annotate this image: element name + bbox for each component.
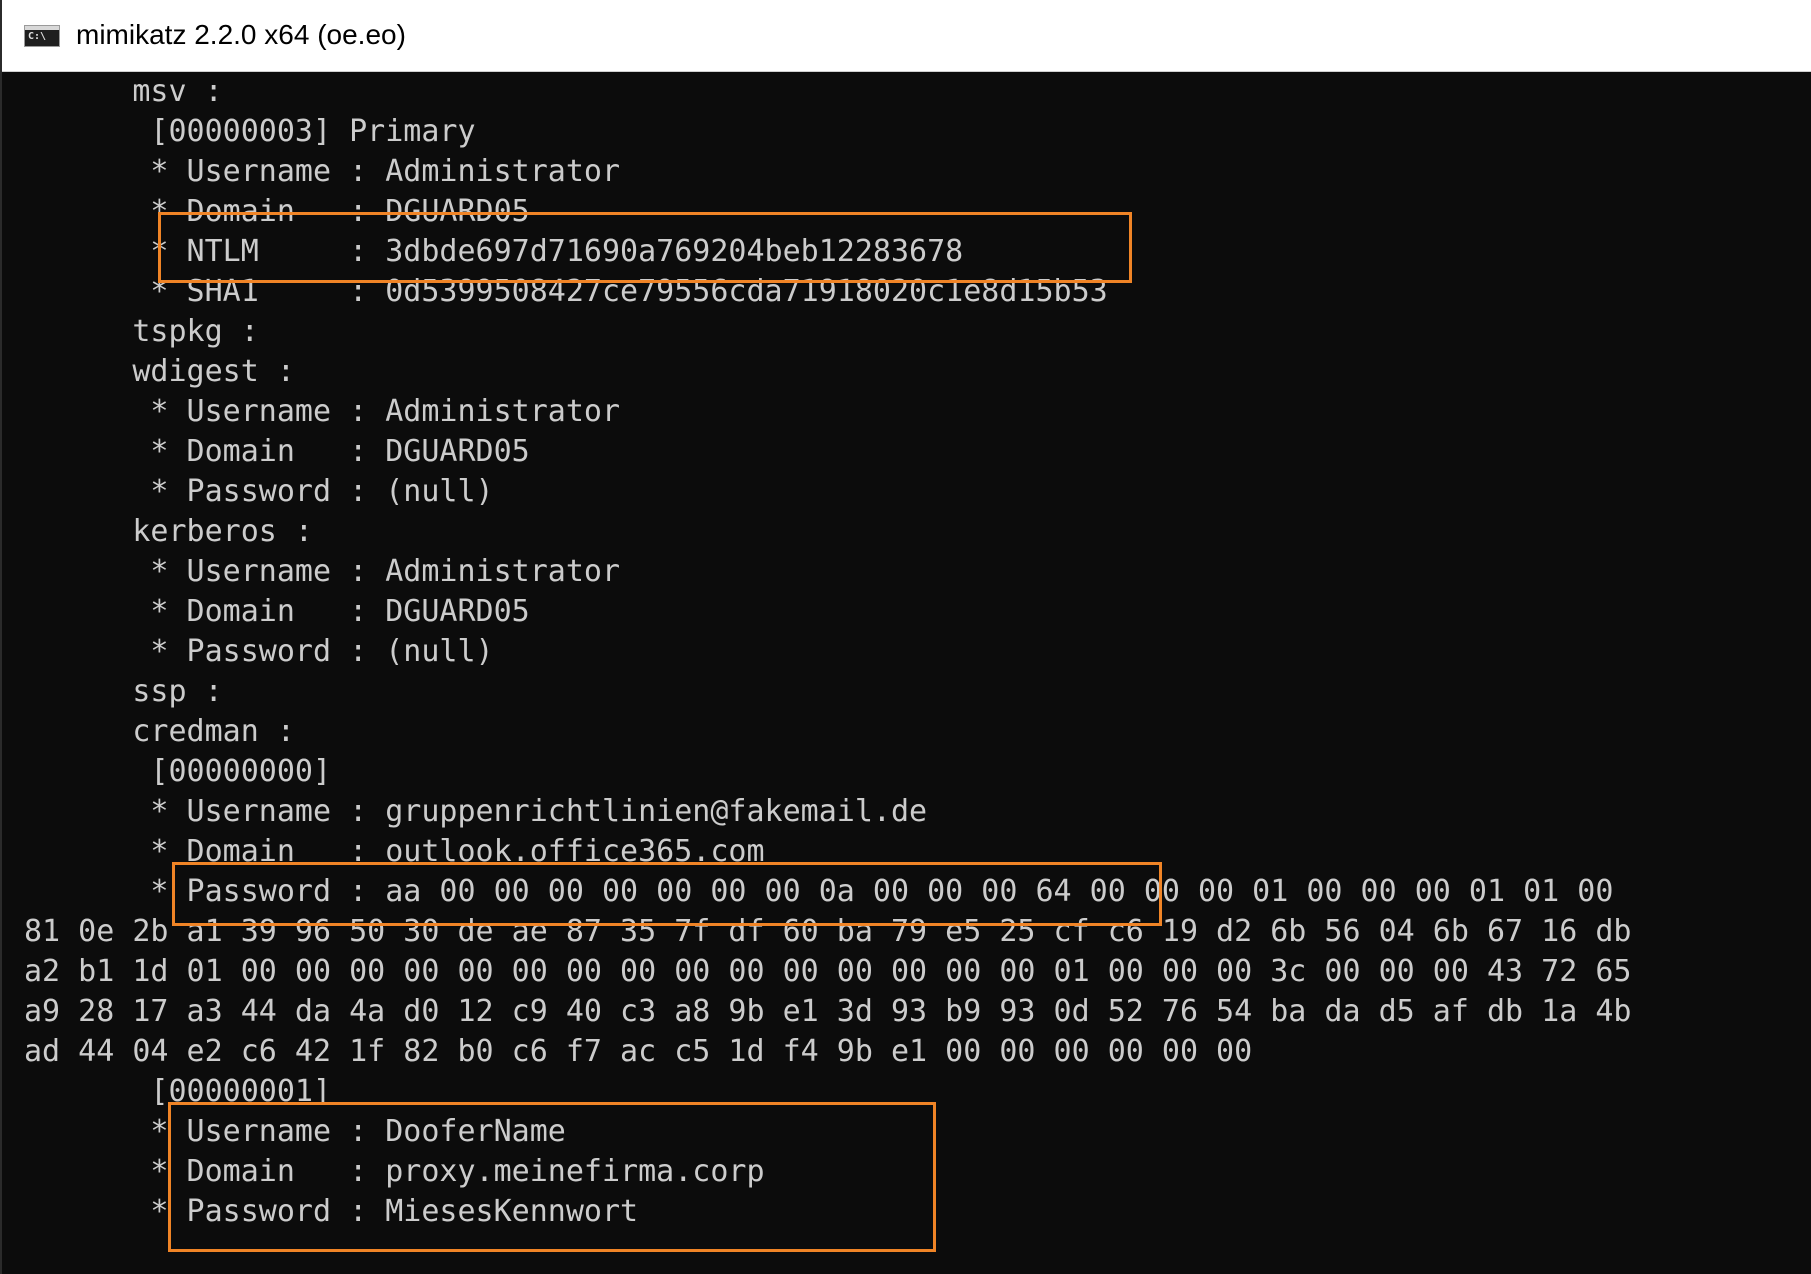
- console-line-wdigest: wdigest :: [24, 354, 295, 389]
- title-bar[interactable]: C:\ mimikatz 2.2.0 x64 (oe.eo): [2, 0, 1811, 72]
- console-line-credman: credman :: [24, 714, 295, 749]
- highlight-box-proxy-credentials: [168, 1102, 936, 1252]
- console-line-primary: [00000003] Primary: [24, 114, 476, 149]
- console-line-credman-index-0: [00000000]: [24, 754, 332, 789]
- console-line-msv-username: * Username : Administrator: [24, 154, 621, 189]
- console-line-hex-4: ad 44 04 e2 c6 42 1f 82 b0 c6 f7 ac c5 1…: [24, 1034, 1253, 1069]
- console-line-wdigest-domain: * Domain : DGUARD05: [24, 434, 530, 469]
- window-title: mimikatz 2.2.0 x64 (oe.eo): [76, 19, 406, 50]
- console-line-kerberos-domain: * Domain : DGUARD05: [24, 594, 530, 629]
- console-app-icon[interactable]: C:\: [24, 25, 60, 47]
- highlight-box-password-hex: [172, 862, 1162, 926]
- console-line-ssp: ssp :: [24, 674, 223, 709]
- highlight-box-ntlm: [158, 212, 1132, 283]
- console-line-tspkg: tspkg :: [24, 314, 259, 349]
- console-line-kerberos: kerberos :: [24, 514, 313, 549]
- console-line-wdigest-password: * Password : (null): [24, 474, 494, 509]
- console-line-hex-2: a2 b1 1d 01 00 00 00 00 00 00 00 00 00 0…: [24, 954, 1632, 989]
- console-line-wdigest-username: * Username : Administrator: [24, 394, 621, 429]
- console-line-hex-3: a9 28 17 a3 44 da 4a d0 12 c9 40 c3 a8 9…: [24, 994, 1632, 1029]
- console-output[interactable]: msv : [00000003] Primary * Username : Ad…: [2, 72, 1811, 1274]
- console-icon-glyph: C:\: [28, 31, 47, 42]
- console-line-kerberos-password: * Password : (null): [24, 634, 494, 669]
- console-line-kerberos-username: * Username : Administrator: [24, 554, 621, 589]
- console-window: C:\ mimikatz 2.2.0 x64 (oe.eo) msv : [00…: [0, 0, 1811, 1274]
- console-icon-bar: [25, 26, 59, 30]
- console-line-credman-username: * Username : gruppenrichtlinien@fakemail…: [24, 794, 928, 829]
- console-line-msv: msv :: [24, 74, 223, 109]
